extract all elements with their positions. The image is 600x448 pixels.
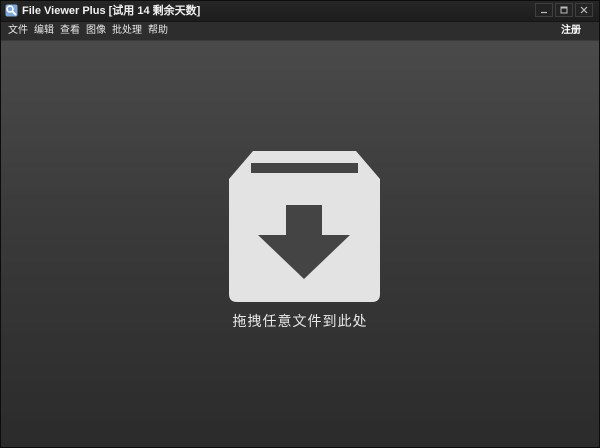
register-button[interactable]: 注册	[561, 22, 581, 40]
window-controls	[535, 3, 593, 17]
minimize-button[interactable]	[535, 3, 553, 17]
maximize-icon	[560, 6, 568, 14]
app-window: File Viewer Plus [试用 14 剩余天数] 文件 编辑 查看 图…	[0, 0, 600, 448]
maximize-button[interactable]	[555, 3, 573, 17]
minimize-icon	[541, 11, 547, 14]
close-icon	[580, 6, 588, 14]
close-button[interactable]	[575, 3, 593, 17]
file-drop-area[interactable]: 拖拽任意文件到此处	[1, 41, 599, 447]
menu-edit[interactable]: 编辑	[34, 22, 54, 40]
menu-batch[interactable]: 批处理	[112, 22, 142, 40]
app-logo-icon	[5, 4, 18, 17]
menu-bar: 文件 编辑 查看 图像 批处理 帮助 注册	[1, 22, 599, 41]
window-title: File Viewer Plus [试用 14 剩余天数]	[22, 5, 201, 17]
menu-image[interactable]: 图像	[86, 22, 106, 40]
menu-file[interactable]: 文件	[8, 22, 28, 40]
drop-prompt-text: 拖拽任意文件到此处	[232, 314, 368, 330]
download-box-icon	[229, 151, 380, 302]
menu-help[interactable]: 帮助	[148, 22, 168, 40]
title-bar[interactable]: File Viewer Plus [试用 14 剩余天数]	[1, 1, 599, 22]
menu-view[interactable]: 查看	[60, 22, 80, 40]
